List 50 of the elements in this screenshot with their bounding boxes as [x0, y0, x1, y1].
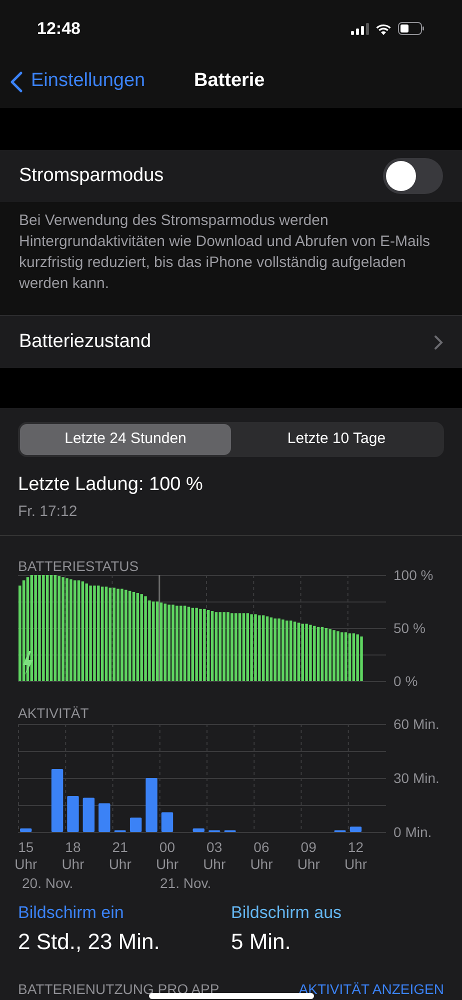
stat-label: Bildschirm ein — [18, 902, 125, 922]
axis-label: 0 % — [394, 674, 418, 688]
segment-tab[interactable]: Letzte 24 Stunden — [20, 424, 231, 455]
activity-bar — [130, 817, 142, 832]
last-charge-title: Letzte Ladung: 100 % — [18, 473, 204, 497]
axis-label: 12 Uhr — [343, 838, 368, 872]
activity-bar — [192, 828, 204, 832]
activity-bar — [67, 796, 79, 832]
status-time: 12:48 — [37, 18, 80, 40]
date-label: 21. Nov. — [160, 874, 212, 892]
axis-label: 09 Uhr — [296, 838, 321, 872]
section-heading: AKTIVITÄT — [18, 704, 90, 720]
date-label: 20. Nov. — [21, 874, 74, 892]
chevron-right-icon — [434, 334, 443, 350]
axis-label: 00 Uhr — [154, 838, 180, 872]
back-button[interactable]: Einstellungen — [0, 67, 146, 96]
axis-label: 06 Uhr — [249, 838, 274, 872]
axis-label: 03 Uhr — [202, 838, 227, 872]
activity-bar — [82, 797, 95, 832]
battery-icon — [398, 22, 425, 35]
axis-label: 21 Uhr — [108, 838, 132, 872]
axis-label: 18 Uhr — [60, 838, 86, 872]
signal-icon — [351, 22, 369, 34]
stat-label: Bildschirm aus — [231, 902, 343, 922]
axis-label: 50 % — [394, 620, 426, 634]
stat-value: 2 Std., 23 Min. — [18, 928, 161, 956]
axis-label: 15 Uhr — [14, 838, 38, 872]
axis-label: 100 % — [394, 568, 434, 582]
activity-bar — [20, 828, 32, 832]
stat-value: 5 Min. — [231, 928, 292, 956]
axis-label: 30 Min. — [394, 770, 440, 784]
segment-tab[interactable]: Letzte 10 Tage — [231, 424, 442, 455]
charging-icon — [23, 650, 33, 674]
activity-bar — [146, 778, 158, 832]
show-activity-link[interactable]: AKTIVITÄT ANZEIGEN — [298, 978, 444, 1000]
wifi-icon — [375, 22, 392, 34]
back-chevron-icon — [10, 70, 23, 92]
battery-health-label[interactable]: Batteriezustand — [19, 328, 152, 356]
section-heading: BATTERIESTATUS — [18, 558, 140, 574]
axis-label: 0 Min. — [394, 824, 432, 838]
last-charge-time: Fr. 17:12 — [18, 502, 78, 522]
activity-bar — [161, 812, 174, 832]
setting-description: Bei Verwendung des Stromsparmodus werden Hintergrundaktivitäten wie Download und Abrufen von E-Mails kurzfristig reduziert, bis das iPhone vollständig aufgeladen werden kann. — [19, 211, 432, 294]
axis-label: 60 Min. — [394, 716, 440, 730]
activity-bar — [51, 768, 64, 832]
setting-label: Stromsparmodus — [19, 164, 164, 188]
low-power-toggle[interactable] — [383, 158, 443, 194]
activity-bar — [350, 826, 362, 832]
activity-bar — [98, 802, 110, 832]
page-title: Batterie — [194, 69, 265, 94]
